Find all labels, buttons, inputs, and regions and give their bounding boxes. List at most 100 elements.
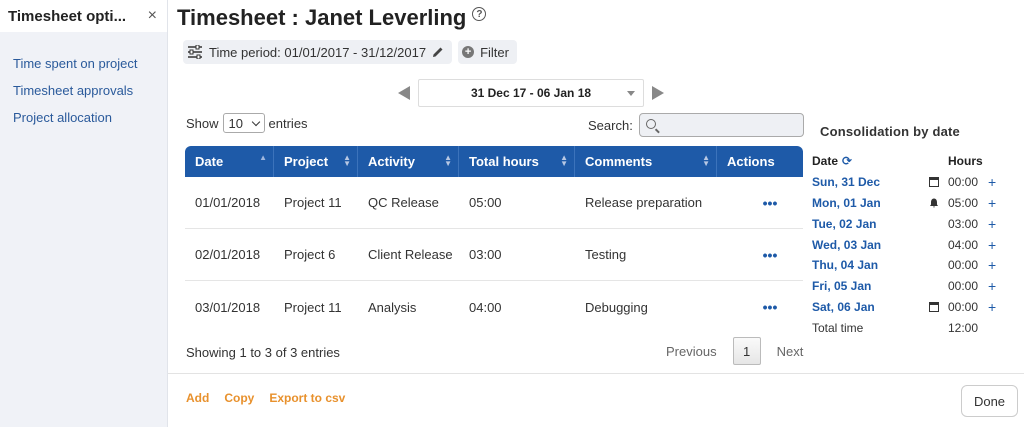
cell-project: Project 11 <box>284 299 342 315</box>
filter-label: Filter <box>480 44 509 60</box>
page-button-1[interactable]: 1 <box>732 337 761 365</box>
export-csv-link[interactable]: Export to csv <box>269 391 345 405</box>
column-header-date[interactable]: Date ▲ <box>185 146 274 177</box>
table-row: 01/01/2018 Project 11 QC Release 05:00 R… <box>185 177 803 229</box>
column-header-comments[interactable]: Comments ▲ ▼ <box>575 146 717 177</box>
search-label: Search: <box>588 117 633 133</box>
next-button[interactable]: Next <box>769 344 812 359</box>
column-header-activity[interactable]: Activity ▲ ▼ <box>358 146 459 177</box>
sidebar-item-allocation[interactable]: Project allocation <box>0 104 167 131</box>
column-header-total-hours[interactable]: Total hours ▲ ▼ <box>459 146 575 177</box>
sidebar-title: Timesheet opti... <box>8 7 127 25</box>
more-actions-icon[interactable]: ••• <box>763 195 778 211</box>
plus-circle-icon: + <box>462 46 475 58</box>
consolidation-total: Total time 12:00 <box>812 317 1002 338</box>
add-time-icon[interactable]: + <box>988 278 996 294</box>
cell-comments: Release preparation <box>585 195 703 210</box>
consolidation-row: Fri, 05 Jan 00:00 + <box>812 276 1002 297</box>
main-panel: Timesheet : Janet Leverling ? Time perio… <box>168 0 1024 427</box>
cell-actions: ••• <box>717 229 803 280</box>
sidebar-item-time-spent[interactable]: Time spent on project <box>0 50 167 77</box>
column-header-project[interactable]: Project ▲ ▼ <box>274 146 358 177</box>
add-time-icon[interactable]: + <box>988 257 996 273</box>
consolidation-date[interactable]: Wed, 03 Jan <box>812 238 920 252</box>
refresh-icon[interactable]: ⟳ <box>842 154 852 168</box>
cell-activity: Client Release <box>368 247 453 262</box>
search: Search: <box>588 113 804 137</box>
consolidation-hours: 03:00 <box>948 216 979 231</box>
calendar-icon <box>929 301 939 312</box>
add-time-icon[interactable]: + <box>988 195 996 211</box>
consolidation-date[interactable]: Fri, 05 Jan <box>812 279 920 293</box>
consolidation-date[interactable]: Mon, 01 Jan <box>812 196 920 210</box>
sort-icon: ▲ ▼ <box>560 153 568 168</box>
copy-link[interactable]: Copy <box>224 391 254 405</box>
cell-hours: 04:00 <box>469 299 502 315</box>
help-icon[interactable]: ? <box>472 7 487 21</box>
search-icon <box>645 119 656 129</box>
sliders-icon <box>188 45 202 59</box>
time-period-button[interactable]: Time period: 01/01/2017 - 31/12/2017 <box>183 40 453 64</box>
date-navigator: 31 Dec 17 - 06 Jan 18 <box>398 79 664 107</box>
cell-comments: Debugging <box>585 299 648 315</box>
search-input[interactable] <box>638 113 804 137</box>
prev-week-icon[interactable] <box>398 86 410 100</box>
consolidation-date[interactable]: Thu, 04 Jan <box>812 258 920 272</box>
consolidation-row: Mon, 01 Jan 05:00 + <box>812 193 1002 214</box>
sidebar-header: Timesheet opti... × <box>0 0 167 32</box>
consolidation-row: Sat, 06 Jan 00:00 + <box>812 297 1002 318</box>
more-actions-icon[interactable]: ••• <box>763 247 778 263</box>
consolidation-row: Wed, 03 Jan 04:00 + <box>812 234 1002 255</box>
consolidation-hours: 00:00 <box>948 279 979 294</box>
consolidation-row: Thu, 04 Jan 00:00 + <box>812 255 1002 276</box>
add-time-icon[interactable]: + <box>988 174 996 190</box>
timesheet-table: Date ▲ Project ▲ ▼ Activity ▲ ▼ Total hours ▲ ▼… <box>185 146 803 333</box>
footer-actions: Add Copy Export to csv <box>186 391 345 405</box>
table-header: Date ▲ Project ▲ ▼ Activity ▲ ▼ Total hours ▲ ▼… <box>185 146 803 177</box>
sort-icon: ▲ ▼ <box>343 153 351 168</box>
cell-hours: 05:00 <box>469 195 502 210</box>
done-button[interactable]: Done <box>961 385 1018 417</box>
cell-date: 02/01/2018 <box>195 247 261 262</box>
close-icon[interactable]: × <box>148 8 157 24</box>
cell-hours: 03:00 <box>469 247 502 262</box>
more-actions-icon[interactable]: ••• <box>763 299 778 315</box>
consolidation-date[interactable]: Sun, 31 Dec <box>812 175 920 189</box>
consolidation-hours: 04:00 <box>948 237 979 252</box>
consolidation-header: Date ⟳ Hours <box>812 151 1002 172</box>
add-link[interactable]: Add <box>186 391 209 405</box>
consolidation-hours: 00:00 <box>948 175 979 190</box>
previous-button[interactable]: Previous <box>658 344 725 359</box>
add-time-icon[interactable]: + <box>988 299 996 315</box>
divider <box>168 373 1024 374</box>
cell-actions: ••• <box>717 281 803 333</box>
consolidation-date[interactable]: Tue, 02 Jan <box>812 217 920 231</box>
consolidation-hours: 05:00 <box>948 195 979 210</box>
entries-value: 10 <box>228 115 243 131</box>
calendar-icon <box>929 177 939 188</box>
pagination: Previous 1 Next <box>658 337 811 365</box>
filter-button[interactable]: + Filter <box>458 40 517 64</box>
consolidation-date[interactable]: Sat, 06 Jan <box>812 300 920 314</box>
caret-down-icon <box>627 91 635 96</box>
consolidation-row: Tue, 02 Jan 03:00 + <box>812 213 1002 234</box>
cell-date: 01/01/2018 <box>195 195 261 210</box>
consolidation-hours: 00:00 <box>948 258 979 273</box>
add-time-icon[interactable]: + <box>988 216 996 232</box>
filter-bar: Time period: 01/01/2017 - 31/12/2017 + F… <box>183 40 517 64</box>
sidebar: Timesheet opti... × Time spent on projec… <box>0 0 168 427</box>
date-range-select[interactable]: 31 Dec 17 - 06 Jan 18 <box>418 79 644 107</box>
add-time-icon[interactable]: + <box>988 237 996 253</box>
time-period-label: Time period: 01/01/2017 - 31/12/2017 <box>209 44 427 60</box>
next-week-icon[interactable] <box>652 86 664 100</box>
cell-actions: ••• <box>717 177 803 228</box>
entries-select[interactable]: 10 <box>222 113 265 133</box>
cell-project: Project 6 <box>284 247 336 262</box>
column-header-actions: Actions <box>727 154 775 169</box>
sidebar-item-approvals[interactable]: Timesheet approvals <box>0 77 167 104</box>
consolidation-date-header: Date ⟳ <box>812 154 853 169</box>
chevron-down-icon <box>251 117 260 126</box>
total-time-value: 12:00 <box>948 320 979 335</box>
cell-date: 03/01/2018 <box>195 299 261 315</box>
showing-info: Showing 1 to 3 of 3 entries <box>186 345 340 360</box>
